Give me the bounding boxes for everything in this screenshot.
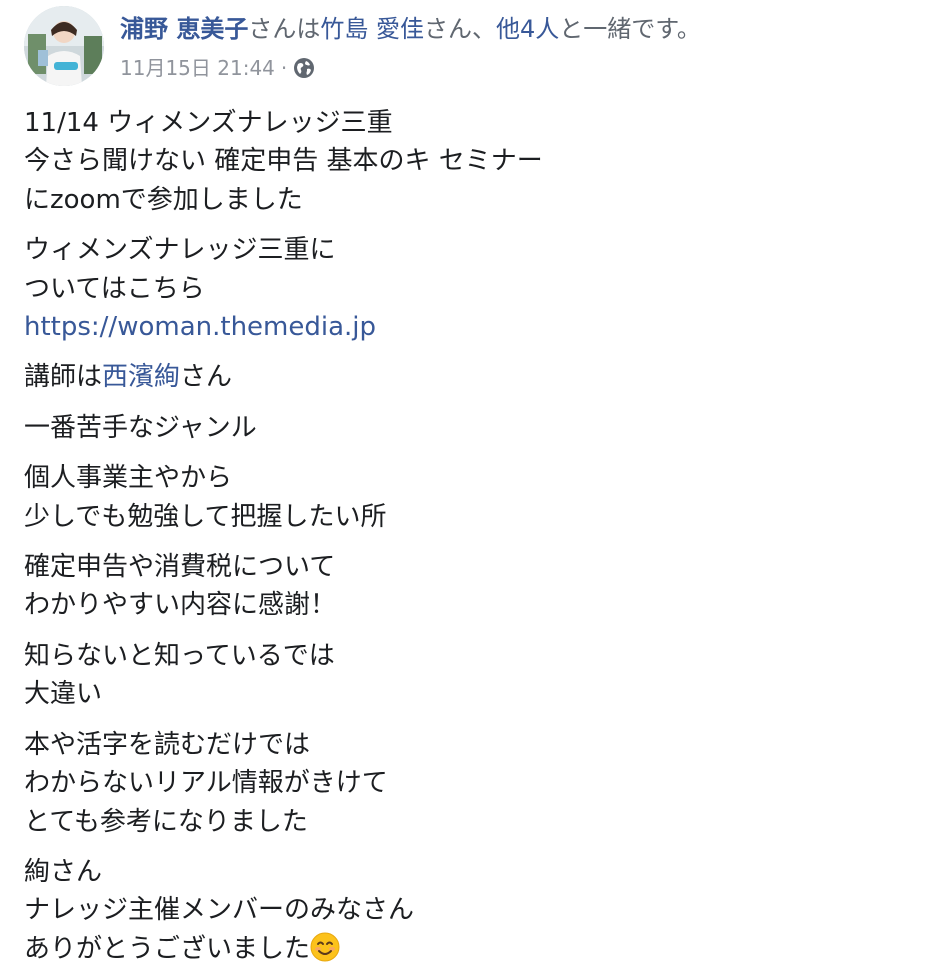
post-text-line: ウィメンズナレッジ三重に bbox=[24, 235, 336, 266]
post-paragraph: 11/14 ウィメンズナレッジ三重 今さら聞けない 確定申告 基本のキ セミナー… bbox=[24, 104, 904, 219]
post-timestamp[interactable]: 11月15日 21:44 bbox=[120, 54, 275, 82]
post-paragraph: 本や活字を読むだけでは わからないリアル情報がきけて とても参考になりました bbox=[24, 726, 904, 841]
globe-icon[interactable] bbox=[293, 57, 315, 79]
post-text-line: わからないリアル情報がきけて bbox=[24, 768, 388, 799]
post-text-line: ナレッジ主催メンバーのみなさん bbox=[24, 895, 415, 926]
facebook-post: 浦野 恵美子さんは竹島 愛佳さん、他4人と一緒です。 11月15日 21:44 … bbox=[0, 0, 930, 980]
post-text-line: 絢さん bbox=[24, 856, 103, 887]
post-text-line: わかりやすい内容に感謝！ bbox=[24, 590, 337, 621]
meta-separator: · bbox=[280, 56, 288, 80]
author-avatar[interactable] bbox=[24, 6, 104, 86]
post-text-line: 今さら聞けない 確定申告 基本のキ セミナー bbox=[24, 146, 543, 177]
post-paragraph: 知らないと知っているでは 大違い bbox=[24, 637, 904, 714]
post-paragraph: 一番苦手なジャンル bbox=[24, 409, 904, 447]
tagged-person-link[interactable]: 竹島 愛佳 bbox=[320, 15, 424, 43]
post-body: 11/14 ウィメンズナレッジ三重 今さら聞けない 確定申告 基本のキ セミナー… bbox=[24, 104, 904, 980]
post-text-line: にzoomで参加しました bbox=[24, 184, 303, 215]
post-text-line: 11/14 ウィメンズナレッジ三重 bbox=[24, 108, 393, 138]
post-text-line: ついてはこちら bbox=[24, 273, 205, 304]
post-text-line: 確定申告や消費税について bbox=[24, 552, 336, 583]
post-meta: 11月15日 21:44 · bbox=[120, 54, 315, 82]
post-paragraph: 絢さん ナレッジ主催メンバーのみなさん ありがとうございました bbox=[24, 853, 904, 968]
post-text-line: 本や活字を読むだけでは bbox=[24, 729, 311, 760]
others-link[interactable]: 他4人 bbox=[496, 15, 559, 43]
post-text-line: 少しでも勉強して把握したい所 bbox=[24, 501, 387, 532]
header-text-together: と一緒です。 bbox=[559, 15, 701, 43]
post-text-line: 知らないと知っているでは bbox=[24, 640, 335, 671]
lecturer-name-link[interactable]: 西濱絢 bbox=[102, 362, 180, 392]
header-text-with: さんは bbox=[248, 15, 321, 43]
post-paragraph: 個人事業主やから 少しでも勉強して把握したい所 bbox=[24, 459, 904, 536]
author-name-link[interactable]: 浦野 恵美子 bbox=[120, 15, 248, 43]
avatar-photo bbox=[24, 6, 104, 86]
post-paragraph: 講師は西濱絢さん bbox=[24, 358, 904, 396]
post-header-text: 浦野 恵美子さんは竹島 愛佳さん、他4人と一緒です。 bbox=[120, 12, 701, 46]
lecturer-prefix: 講師は bbox=[24, 362, 103, 393]
post-text-line: ありがとうございました bbox=[24, 933, 311, 964]
lecturer-suffix: さん bbox=[180, 362, 233, 393]
post-text-line: 個人事業主やから bbox=[24, 463, 233, 494]
post-paragraph: ウィメンズナレッジ三重に ついてはこちら https://woman.theme… bbox=[24, 231, 904, 346]
external-url-link[interactable]: https://woman.themedia.jp bbox=[24, 312, 376, 342]
header-text-san: さん、 bbox=[424, 15, 496, 43]
post-text-line: 一番苦手なジャンル bbox=[24, 412, 257, 443]
smiling-face-emoji-icon bbox=[310, 932, 340, 962]
post-paragraph: 確定申告や消費税について わかりやすい内容に感謝！ bbox=[24, 548, 904, 625]
post-header: 浦野 恵美子さんは竹島 愛佳さん、他4人と一緒です。 11月15日 21:44 … bbox=[24, 6, 914, 90]
post-text-line: とても参考になりました bbox=[24, 806, 308, 837]
post-text-line: 大違い bbox=[24, 679, 103, 710]
